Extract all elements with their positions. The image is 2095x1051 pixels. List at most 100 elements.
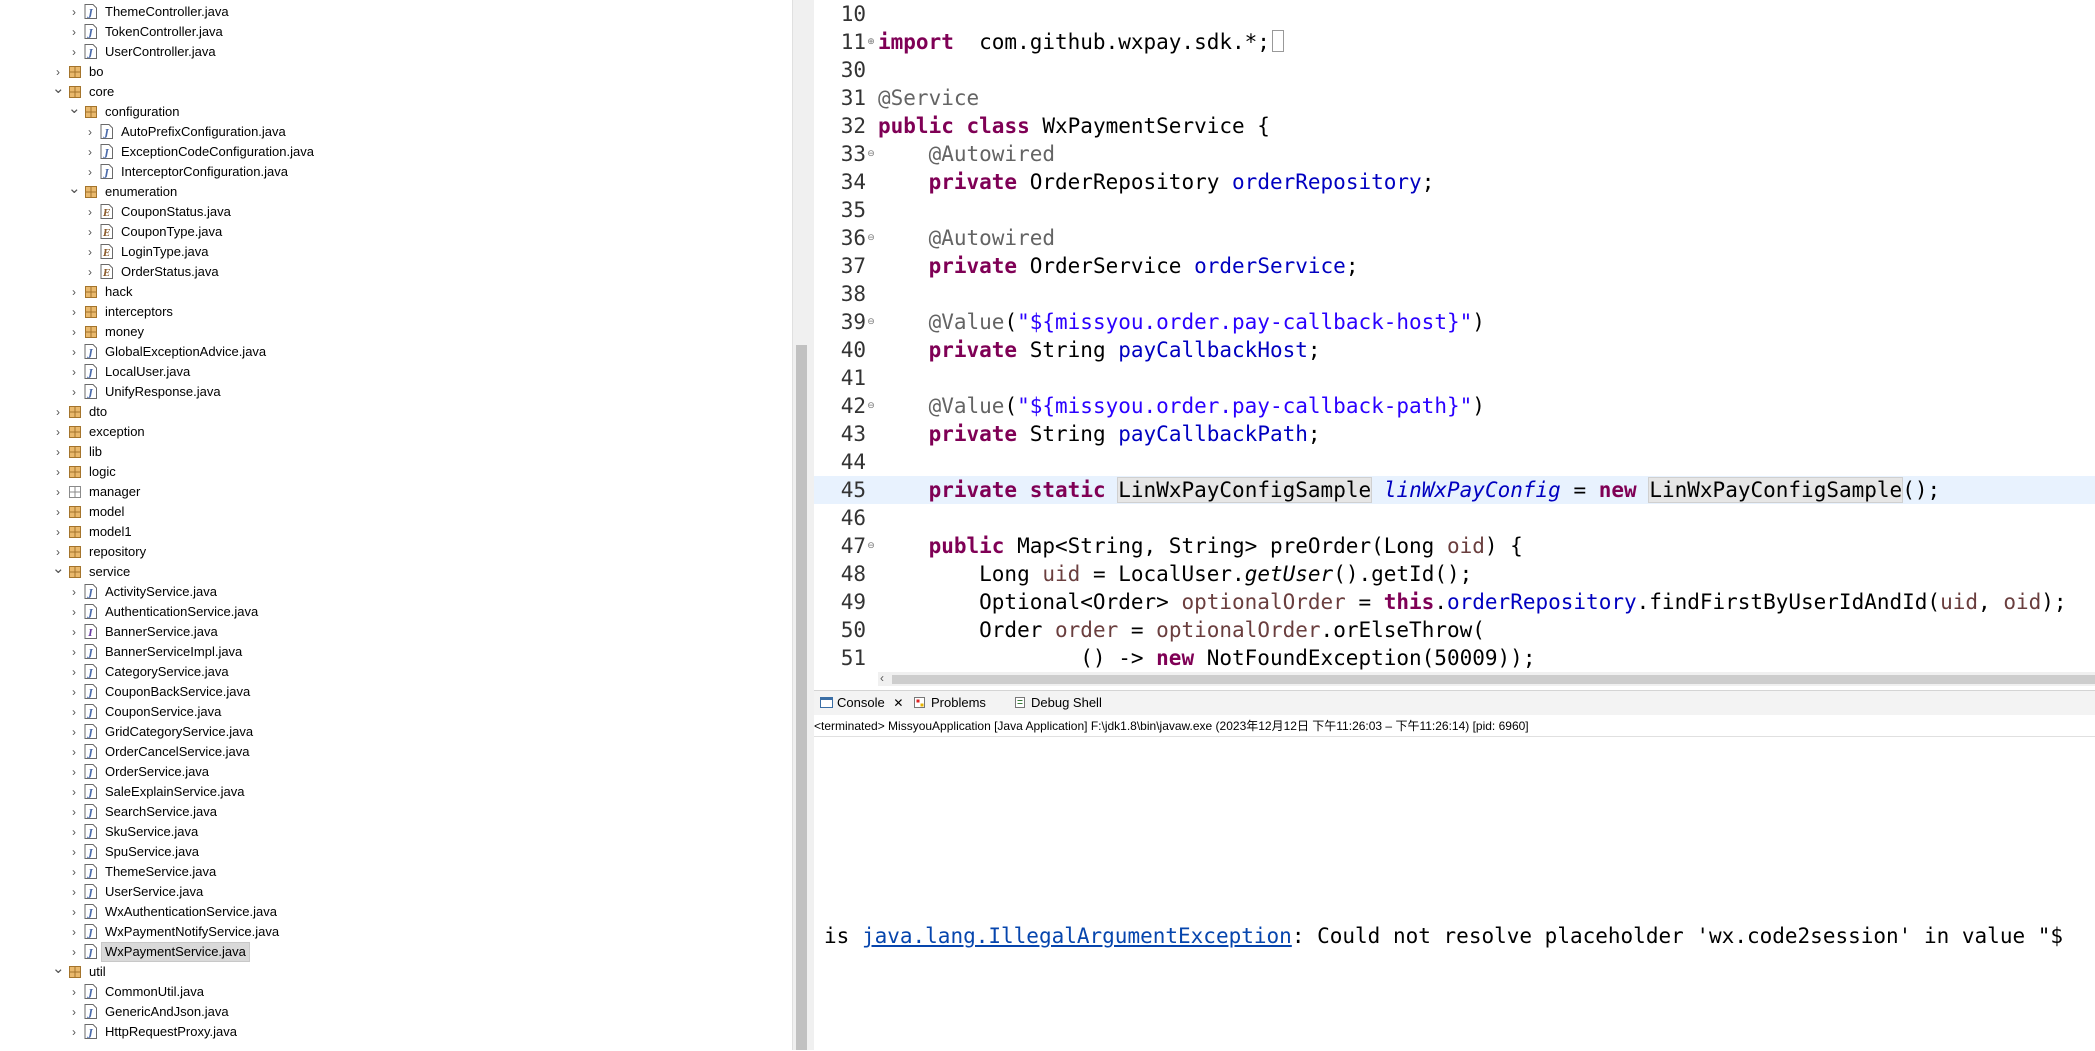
fold-collapse-icon[interactable]: ⊖: [866, 317, 876, 327]
code-line[interactable]: 50 Order order = optionalOrder.orElseThr…: [814, 616, 2095, 644]
tree-item[interactable]: › model: [0, 502, 792, 522]
code-line[interactable]: 51 () -> new NotFoundException(50009));: [814, 644, 2095, 672]
chevron-right-icon[interactable]: ›: [68, 905, 80, 919]
chevron-right-icon[interactable]: ›: [68, 945, 80, 959]
tree-item[interactable]: › J CommonUtil.java: [0, 982, 792, 1002]
tree-item[interactable]: › J ActivityService.java: [0, 582, 792, 602]
chevron-right-icon[interactable]: ›: [68, 325, 80, 339]
code-line[interactable]: 33 ⊖ @Autowired: [814, 140, 2095, 168]
tree-item[interactable]: › J ThemeService.java: [0, 862, 792, 882]
tree-item[interactable]: ⌄ configuration: [0, 101, 792, 122]
chevron-right-icon[interactable]: ›: [84, 245, 96, 259]
chevron-right-icon[interactable]: ›: [68, 745, 80, 759]
tree-item[interactable]: › E LoginType.java: [0, 242, 792, 262]
code-line[interactable]: 42 ⊖ @Value("${missyou.order.pay-callback…: [814, 392, 2095, 420]
chevron-right-icon[interactable]: ›: [68, 725, 80, 739]
tree-item[interactable]: › J CouponService.java: [0, 702, 792, 722]
editor-scrollbar-thumb[interactable]: [892, 675, 2095, 684]
tab-console[interactable]: Console ✕: [820, 694, 903, 712]
chevron-right-icon[interactable]: ›: [84, 265, 96, 279]
chevron-right-icon[interactable]: ›: [68, 645, 80, 659]
tree-item[interactable]: › J LocalUser.java: [0, 362, 792, 382]
chevron-right-icon[interactable]: ›: [68, 765, 80, 779]
chevron-right-icon[interactable]: ›: [68, 625, 80, 639]
chevron-right-icon[interactable]: ›: [84, 145, 96, 159]
chevron-right-icon[interactable]: ›: [52, 545, 64, 559]
chevron-right-icon[interactable]: ›: [68, 605, 80, 619]
code-line[interactable]: 32 public class WxPaymentService {: [814, 112, 2095, 140]
tree-item[interactable]: › E CouponType.java: [0, 222, 792, 242]
tree-item[interactable]: › J ExceptionCodeConfiguration.java: [0, 142, 792, 162]
code-line[interactable]: 39 ⊖ @Value("${missyou.order.pay-callback…: [814, 308, 2095, 336]
chevron-right-icon[interactable]: ›: [68, 785, 80, 799]
chevron-right-icon[interactable]: ›: [68, 985, 80, 999]
tree-item[interactable]: › logic: [0, 462, 792, 482]
chevron-right-icon[interactable]: ›: [84, 225, 96, 239]
chevron-down-icon[interactable]: ⌄: [68, 101, 81, 116]
tree-item[interactable]: › lib: [0, 442, 792, 462]
editor-horizontal-scrollbar[interactable]: ‹: [878, 671, 2095, 686]
tree-item[interactable]: › exception: [0, 422, 792, 442]
chevron-right-icon[interactable]: ›: [52, 485, 64, 499]
chevron-down-icon[interactable]: ⌄: [68, 181, 81, 196]
tree-item[interactable]: › J UserController.java: [0, 42, 792, 62]
code-line[interactable]: 31 @Service: [814, 84, 2095, 112]
code-line[interactable]: 10: [814, 0, 2095, 28]
chevron-right-icon[interactable]: ›: [52, 425, 64, 439]
code-line[interactable]: 43 private String payCallbackPath;: [814, 420, 2095, 448]
explorer-scrollbar-thumb[interactable]: [796, 345, 807, 1050]
chevron-right-icon[interactable]: ›: [68, 885, 80, 899]
fold-collapse-icon[interactable]: ⊖: [866, 149, 876, 159]
tree-item[interactable]: › J AuthenticationService.java: [0, 602, 792, 622]
code-line[interactable]: 34 private OrderRepository orderReposito…: [814, 168, 2095, 196]
chevron-right-icon[interactable]: ›: [68, 45, 80, 59]
chevron-right-icon[interactable]: ›: [68, 345, 80, 359]
fold-expand-icon[interactable]: ⊕: [866, 37, 876, 47]
tree-item[interactable]: › model1: [0, 522, 792, 542]
code-line[interactable]: 46: [814, 504, 2095, 532]
code-line[interactable]: 40 private String payCallbackHost;: [814, 336, 2095, 364]
tab-problems[interactable]: Problems: [914, 694, 986, 712]
chevron-right-icon[interactable]: ›: [68, 5, 80, 19]
chevron-right-icon[interactable]: ›: [68, 805, 80, 819]
tree-item[interactable]: › J CategoryService.java: [0, 662, 792, 682]
chevron-right-icon[interactable]: ›: [52, 405, 64, 419]
tab-debug-shell[interactable]: Debug Shell: [1014, 694, 1102, 712]
code-line[interactable]: 45 private static LinWxPayConfigSample l…: [814, 476, 2095, 504]
tree-item[interactable]: ⌄ util: [0, 961, 792, 982]
tree-item[interactable]: › manager: [0, 482, 792, 502]
explorer-scrollbar[interactable]: [792, 0, 810, 1050]
tree-item[interactable]: › J GenericAndJson.java: [0, 1002, 792, 1022]
chevron-right-icon[interactable]: ›: [68, 365, 80, 379]
chevron-right-icon[interactable]: ›: [68, 665, 80, 679]
tree-item[interactable]: › money: [0, 322, 792, 342]
tree-item[interactable]: › J SpuService.java: [0, 842, 792, 862]
tree-item[interactable]: › J AutoPrefixConfiguration.java: [0, 122, 792, 142]
tree-item[interactable]: › J UserService.java: [0, 882, 792, 902]
chevron-right-icon[interactable]: ›: [52, 445, 64, 459]
chevron-right-icon[interactable]: ›: [68, 1025, 80, 1039]
tree-item[interactable]: › repository: [0, 542, 792, 562]
code-line[interactable]: 38: [814, 280, 2095, 308]
tree-item[interactable]: ⌄ enumeration: [0, 181, 792, 202]
tree-item[interactable]: › I BannerService.java: [0, 622, 792, 642]
tree-item[interactable]: › interceptors: [0, 302, 792, 322]
chevron-right-icon[interactable]: ›: [52, 465, 64, 479]
tree-item[interactable]: ⌄ core: [0, 81, 792, 102]
tree-item[interactable]: › J WxAuthenticationService.java: [0, 902, 792, 922]
chevron-right-icon[interactable]: ›: [52, 505, 64, 519]
fold-collapse-icon[interactable]: ⊖: [866, 233, 876, 243]
chevron-down-icon[interactable]: ⌄: [52, 81, 65, 96]
chevron-right-icon[interactable]: ›: [68, 1005, 80, 1019]
tree-item[interactable]: › J InterceptorConfiguration.java: [0, 162, 792, 182]
tree-item[interactable]: › bo: [0, 62, 792, 82]
chevron-right-icon[interactable]: ›: [68, 825, 80, 839]
tree-item[interactable]: › J GlobalExceptionAdvice.java: [0, 342, 792, 362]
tree-item[interactable]: › J ThemeController.java: [0, 2, 792, 22]
chevron-down-icon[interactable]: ⌄: [52, 561, 65, 576]
chevron-right-icon[interactable]: ›: [68, 865, 80, 879]
code-line[interactable]: 41: [814, 364, 2095, 392]
tree-item[interactable]: › J WxPaymentService.java: [0, 942, 792, 962]
chevron-right-icon[interactable]: ›: [52, 525, 64, 539]
code-line[interactable]: 48 Long uid = LocalUser.getUser().getId(…: [814, 560, 2095, 588]
